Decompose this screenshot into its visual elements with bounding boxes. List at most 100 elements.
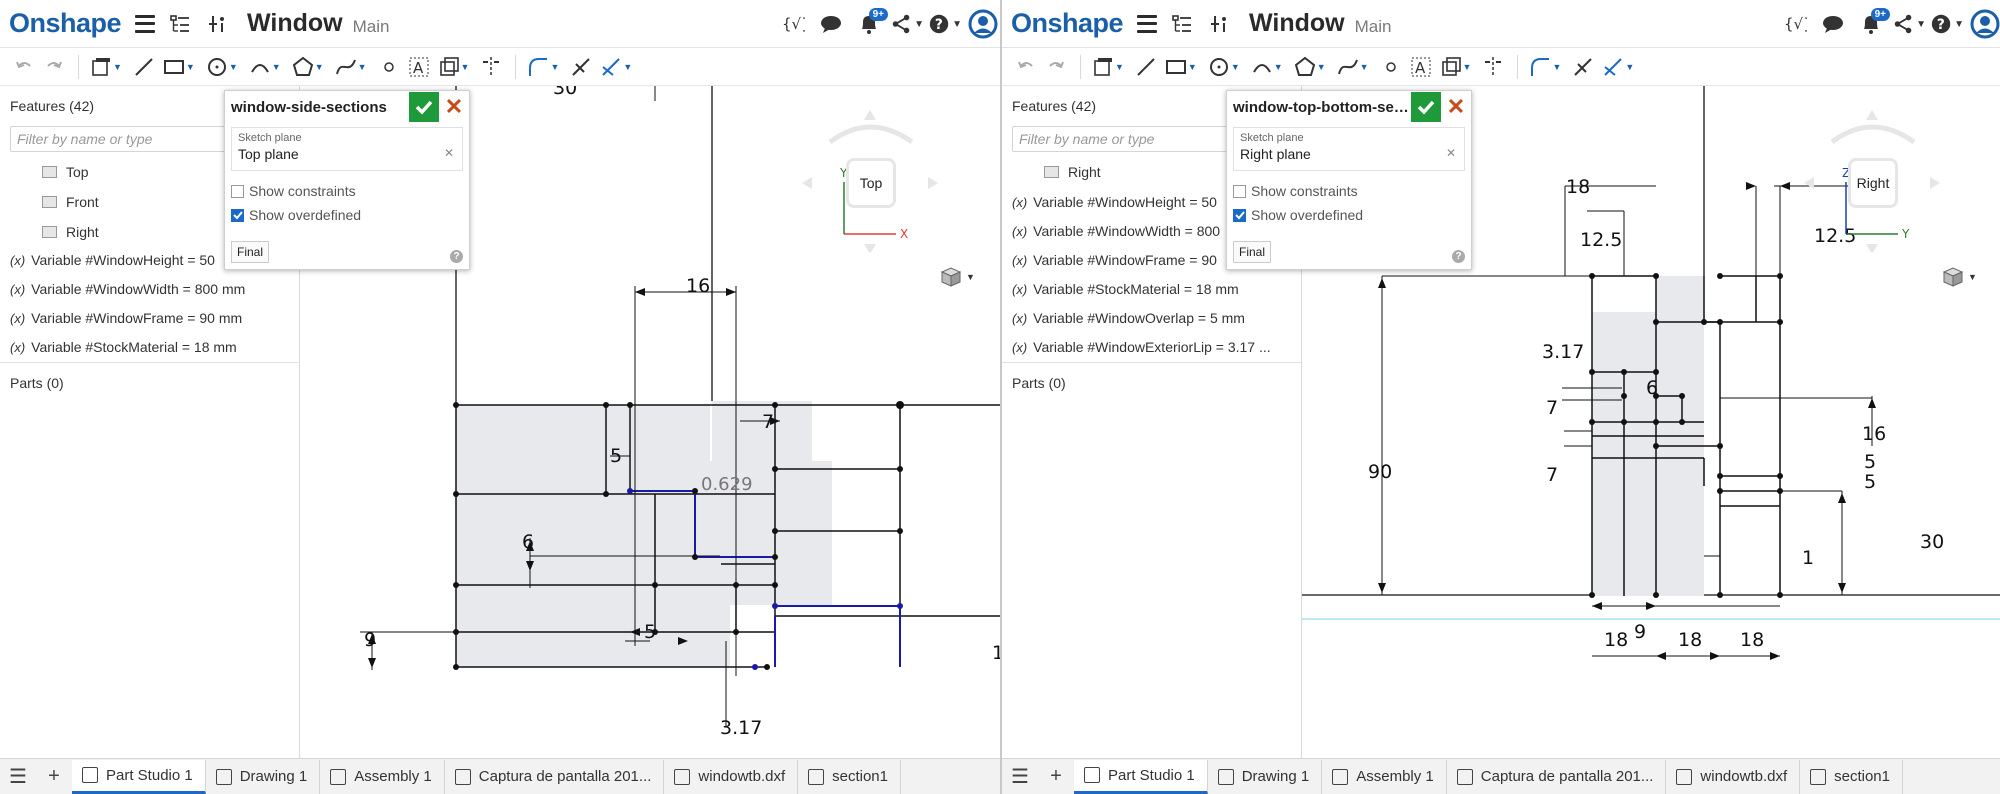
dimension-label[interactable]: 5: [1864, 451, 1876, 473]
feature-variable[interactable]: (x) Variable #WindowWidth = 800: [1012, 223, 1220, 239]
tab-image[interactable]: Captura de pantalla 201...: [1447, 759, 1667, 794]
show-overdefined-checkbox[interactable]: Show overdefined: [1233, 203, 1471, 227]
dimension-label[interactable]: 5: [1864, 471, 1876, 493]
parts-heading[interactable]: Parts (0): [1002, 362, 1302, 403]
parts-heading[interactable]: Parts (0): [0, 362, 300, 403]
insert-feature-icon[interactable]: [1207, 11, 1233, 37]
share-icon[interactable]: ▼: [890, 7, 924, 41]
mirror-tool-icon[interactable]: [477, 53, 505, 81]
view-cube-face[interactable]: Right: [1848, 158, 1898, 208]
fillet-tool-icon[interactable]: [1526, 53, 1554, 81]
text-tool-icon[interactable]: A: [1407, 53, 1435, 81]
feature-variable[interactable]: (x) Variable #WindowHeight = 50: [1012, 194, 1217, 210]
feature-variable[interactable]: (x) Variable #StockMaterial = 18 mm: [1012, 281, 1239, 297]
tab-manager-icon[interactable]: ☰: [0, 760, 36, 794]
use-tool-icon[interactable]: [435, 53, 463, 81]
help-icon[interactable]: ? ▼: [1930, 7, 1964, 41]
accept-button[interactable]: [1411, 92, 1441, 122]
accept-button[interactable]: [409, 92, 439, 122]
dimension-label[interactable]: 7: [1546, 464, 1558, 486]
dimension-label[interactable]: 7: [762, 411, 774, 433]
line-tool-icon[interactable]: [130, 53, 158, 81]
view-cube[interactable]: Z Y Right: [1802, 102, 1942, 252]
comments-icon[interactable]: [1816, 7, 1850, 41]
help-icon[interactable]: ?: [1452, 250, 1465, 263]
show-constraints-checkbox[interactable]: Show constraints: [1233, 179, 1471, 203]
feature-variable[interactable]: (x) Variable #StockMaterial = 18 mm: [10, 339, 237, 355]
line-tool-icon[interactable]: [1132, 53, 1160, 81]
menu-icon[interactable]: [1137, 14, 1158, 33]
dimension-label[interactable]: 1: [1802, 547, 1814, 569]
help-icon[interactable]: ?: [450, 250, 463, 263]
dimension-label[interactable]: 9: [1634, 621, 1646, 643]
final-button[interactable]: Final: [1233, 241, 1272, 263]
menu-icon[interactable]: [135, 14, 156, 33]
undo-icon[interactable]: [10, 53, 38, 81]
feature-plane-front[interactable]: Front: [10, 194, 99, 210]
tab-assembly[interactable]: Assembly 1: [1322, 759, 1447, 794]
dimension-tool-icon[interactable]: [1599, 53, 1627, 81]
dimension-tool-icon[interactable]: [597, 53, 625, 81]
circle-tool-icon[interactable]: [1205, 53, 1233, 81]
sketch-name-field[interactable]: window-top-bottom-secti...: [1233, 99, 1411, 116]
use-tool-icon[interactable]: [1437, 53, 1465, 81]
feature-plane-right[interactable]: Right: [1012, 164, 1101, 180]
rectangle-tool-icon[interactable]: [160, 53, 188, 81]
circle-tool-icon[interactable]: [203, 53, 231, 81]
clear-icon[interactable]: ✕: [444, 146, 454, 160]
dimension-label[interactable]: 1: [992, 642, 1000, 664]
dimension-label[interactable]: 12.5: [1580, 229, 1622, 251]
fillet-tool-icon[interactable]: [524, 53, 552, 81]
variables-icon[interactable]: {√}: [776, 7, 810, 41]
point-tool-icon[interactable]: [375, 53, 403, 81]
view-cube[interactable]: Y X Top: [800, 102, 940, 252]
view-cube-face[interactable]: Top: [846, 158, 896, 208]
polygon-tool-icon[interactable]: [1291, 53, 1319, 81]
dimension-label[interactable]: 7: [1546, 397, 1558, 419]
user-avatar-icon[interactable]: [1968, 7, 2000, 41]
redo-icon[interactable]: [40, 53, 68, 81]
dimension-label[interactable]: 6: [1646, 377, 1658, 399]
onshape-logo[interactable]: Onshape: [1011, 8, 1124, 39]
redo-icon[interactable]: [1042, 53, 1070, 81]
tab-part-studio[interactable]: Part Studio 1: [72, 759, 206, 794]
tab-manager-icon[interactable]: ☰: [1002, 760, 1038, 794]
feature-plane-top[interactable]: Top: [10, 164, 89, 180]
polygon-tool-icon[interactable]: [289, 53, 317, 81]
branch-name[interactable]: Main: [353, 17, 390, 37]
document-title[interactable]: Window: [1249, 9, 1345, 38]
dimension-label[interactable]: 90: [1368, 461, 1392, 483]
tab-drawing[interactable]: Drawing 1: [1208, 759, 1323, 794]
sketch-name-field[interactable]: window-side-sections: [231, 99, 409, 116]
user-avatar-icon[interactable]: [966, 7, 1000, 41]
arc-tool-icon[interactable]: [1248, 53, 1276, 81]
tab-dxf[interactable]: windowtb.dxf: [664, 759, 799, 794]
rectangle-tool-icon[interactable]: [1162, 53, 1190, 81]
notifications-icon[interactable]: 9+: [852, 7, 888, 41]
tab-section[interactable]: section1: [798, 759, 901, 794]
part-studio-icon[interactable]: [1089, 53, 1117, 81]
trim-tool-icon[interactable]: [1569, 53, 1597, 81]
add-tab-button[interactable]: +: [1038, 760, 1074, 794]
dimension-label[interactable]: 18: [1604, 629, 1628, 651]
tab-image[interactable]: Captura de pantalla 201...: [445, 759, 665, 794]
cancel-button[interactable]: ✕: [439, 92, 469, 122]
tab-part-studio[interactable]: Part Studio 1: [1074, 759, 1208, 794]
dimension-label[interactable]: 18: [1566, 176, 1590, 198]
feature-variable[interactable]: (x) Variable #WindowHeight = 50: [10, 252, 215, 268]
dimension-label[interactable]: 30: [1920, 531, 1944, 553]
dimension-label[interactable]: 18: [1740, 629, 1764, 651]
dimension-label[interactable]: 16: [686, 275, 710, 297]
tab-drawing[interactable]: Drawing 1: [206, 759, 321, 794]
show-overdefined-checkbox[interactable]: Show overdefined: [231, 203, 469, 227]
spline-tool-icon[interactable]: [332, 53, 360, 81]
add-tab-button[interactable]: +: [36, 760, 72, 794]
text-tool-icon[interactable]: A: [405, 53, 433, 81]
branch-name[interactable]: Main: [1355, 17, 1392, 37]
arc-tool-icon[interactable]: [246, 53, 274, 81]
dimension-label[interactable]: 0.629: [701, 474, 753, 495]
dimension-label[interactable]: 9: [364, 629, 376, 651]
part-studio-icon[interactable]: [87, 53, 115, 81]
feature-plane-right[interactable]: Right: [10, 224, 99, 240]
dimension-label[interactable]: 30: [553, 86, 577, 99]
